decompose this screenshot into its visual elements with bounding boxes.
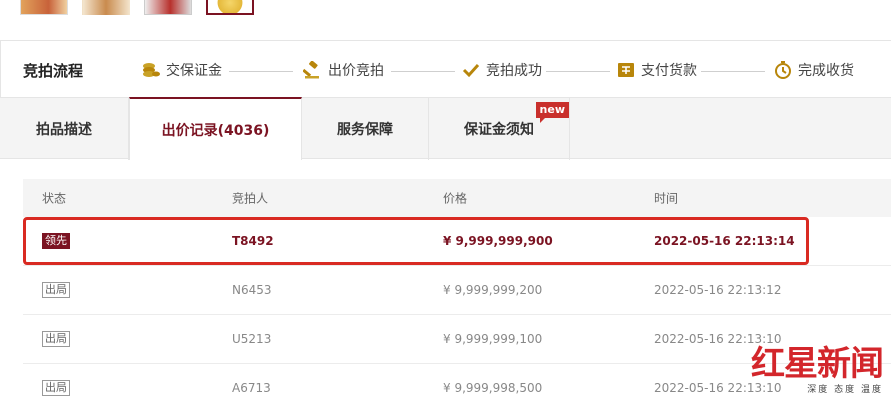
step-label: 交保证金 [166, 63, 222, 79]
step-connector [701, 71, 765, 72]
thumbnail-strip [20, 0, 254, 16]
table-header: 状态 竞拍人 价格 时间 [23, 179, 891, 217]
header-price: 价格 [443, 191, 468, 206]
step-label: 完成收货 [798, 63, 854, 79]
check-icon [462, 63, 480, 78]
status-badge: 出局 [42, 331, 70, 347]
coins-icon [143, 63, 160, 77]
step-connector [546, 71, 610, 72]
tab-description[interactable]: 拍品描述 [0, 98, 129, 160]
new-badge: new [535, 102, 569, 123]
bidder-cell: N6453 [232, 283, 272, 297]
step-label: 竞拍成功 [486, 63, 542, 79]
header-time: 时间 [654, 191, 679, 206]
watermark: 红星新闻 深度 态度 温度 [751, 344, 884, 395]
auction-process: 竞拍流程 交保证金 出价竞拍 竞拍成功 支付货款 完成收货 [0, 41, 891, 97]
process-title: 竞拍流程 [23, 62, 84, 80]
step-connector [391, 71, 455, 72]
gavel-icon [303, 61, 319, 79]
step-payment: 支付货款 [616, 60, 697, 80]
product-thumb-3[interactable] [144, 0, 192, 15]
step-label: 出价竞拍 [328, 63, 384, 79]
tab-bid-records[interactable]: 出价记录(4036) [129, 97, 302, 160]
pay-icon [618, 63, 634, 77]
highlight-annotation [23, 217, 809, 265]
price-cell: ¥ 9,999,998,500 [443, 381, 543, 395]
clock-icon [775, 61, 791, 79]
product-thumb-2[interactable] [82, 0, 130, 15]
product-thumb-1[interactable] [20, 0, 68, 15]
time-cell: 2022-05-16 22:13:12 [654, 283, 782, 297]
tab-service[interactable]: 服务保障 [302, 98, 429, 160]
tab-label: 服务保障 [337, 122, 393, 138]
step-receipt: 完成收货 [773, 60, 854, 80]
step-bid: 出价竞拍 [303, 60, 384, 80]
price-cell: ¥ 9,999,999,100 [443, 332, 543, 346]
step-success: 竞拍成功 [461, 60, 542, 80]
tab-label: 出价记录(4036) [161, 122, 270, 139]
header-status: 状态 [42, 191, 67, 206]
tab-label: 拍品描述 [36, 122, 92, 138]
tab-label: 保证金须知 [464, 122, 534, 138]
status-badge: 出局 [42, 282, 70, 298]
bidder-cell: U5213 [232, 332, 272, 346]
tab-bar: 拍品描述 出价记录(4036) 服务保障 保证金须知 new [0, 97, 891, 160]
table-row: 出局 N6453 ¥ 9,999,999,200 2022-05-16 22:1… [23, 266, 891, 315]
watermark-logo: 红星新闻 [751, 344, 884, 384]
price-cell: ¥ 9,999,999,200 [443, 283, 543, 297]
tab-deposit-notice[interactable]: 保证金须知 new [429, 98, 570, 160]
step-label: 支付货款 [641, 63, 697, 79]
step-deposit: 交保证金 [141, 60, 222, 80]
bidder-cell: A6713 [232, 381, 271, 395]
header-bidder: 竞拍人 [232, 191, 269, 206]
product-thumb-4[interactable] [206, 0, 254, 15]
status-badge: 出局 [42, 380, 70, 396]
step-connector [229, 71, 293, 72]
